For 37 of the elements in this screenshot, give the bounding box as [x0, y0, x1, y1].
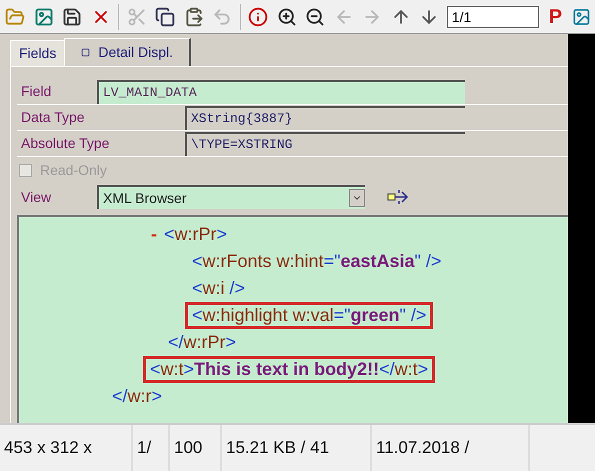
paste-icon: [184, 6, 204, 26]
read-only-label: Read-Only: [40, 160, 107, 180]
data-type-label: Data Type: [20, 108, 86, 127]
field-label: Field: [20, 82, 52, 101]
status-cell: 100: [170, 425, 222, 471]
view-label: View: [20, 188, 52, 206]
absolute-type-value: \TYPE=XSTRING: [185, 132, 465, 156]
status-cell: 15.21 KB / 41: [222, 425, 372, 471]
image-icon[interactable]: [572, 6, 591, 26]
data-type-value: XString{3887}: [185, 106, 465, 130]
field-value: LV_MAIN_DATA: [97, 80, 465, 104]
status-cell: 11.07.2018 /: [372, 425, 530, 471]
xml-line: <w:i />: [191, 277, 246, 300]
xml-line: <w:rPr>: [163, 223, 228, 246]
save-icon: [62, 6, 82, 26]
zoom-in-icon: [276, 6, 297, 26]
info-icon: [248, 6, 268, 26]
undo-icon: [212, 6, 232, 26]
copy-icon: [155, 6, 176, 26]
page-field[interactable]: 1/1: [446, 6, 539, 28]
zoom-out-icon: [305, 6, 326, 26]
view-dropdown[interactable]: XML Browser: [97, 185, 365, 209]
square-icon: [81, 48, 90, 57]
absolute-type-label: Absolute Type: [20, 134, 110, 153]
collapse-marker[interactable]: -: [151, 221, 157, 248]
status-cell: 453 x 312 x: [0, 425, 133, 471]
p-label[interactable]: P: [548, 2, 562, 32]
xml-line: </w:rPr>: [167, 331, 238, 354]
xml-line: <w:rFonts w:hint="eastAsia" />: [191, 250, 442, 273]
tab[interactable]: Fields: [10, 40, 64, 66]
image-icon: [34, 6, 54, 26]
status-cell: 1/: [133, 425, 170, 471]
xml-line: </w:r>: [111, 385, 164, 408]
tab[interactable]: Detail Displ.: [64, 38, 192, 66]
folder-icon: [5, 6, 26, 26]
scissors-icon: [126, 6, 147, 26]
export-arrow-icon[interactable]: [387, 187, 409, 207]
